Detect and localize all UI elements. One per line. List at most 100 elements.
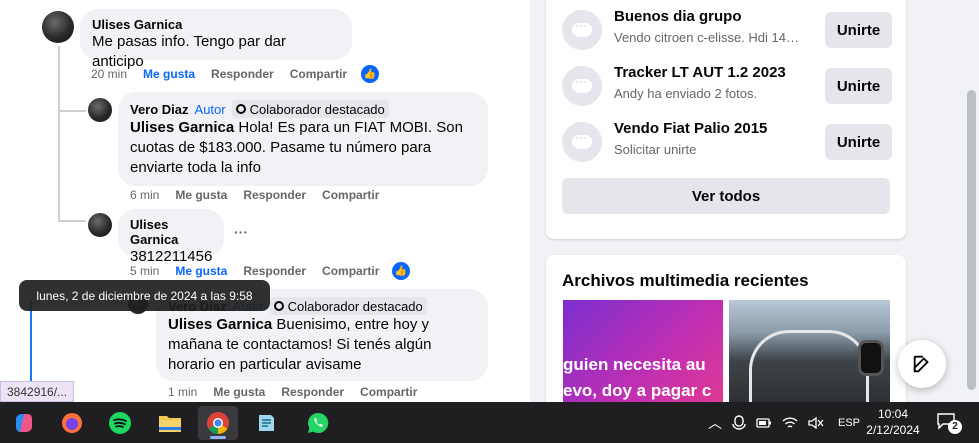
media-thumbnail[interactable]: guien necesita au evo, doy a pagar c: [563, 300, 723, 410]
share-button[interactable]: Compartir: [322, 264, 379, 278]
like-reaction-icon[interactable]: 👍: [392, 262, 410, 280]
copilot-icon: [16, 414, 32, 432]
like-button[interactable]: Me gusta: [213, 385, 265, 399]
whatsapp-icon: [308, 412, 329, 433]
like-button[interactable]: Me gusta: [175, 188, 227, 202]
like-button[interactable]: Me gusta: [175, 264, 227, 278]
group-subtitle: Solicitar unirte: [614, 142, 697, 157]
notification-count: 2: [948, 420, 962, 434]
thumbnail-text: evo, doy a pagar c: [563, 381, 712, 400]
reply-author[interactable]: Ulises Garnica: [130, 217, 212, 247]
chevron-up-icon[interactable]: ︿: [708, 413, 722, 433]
page-scrollbar[interactable]: [963, 0, 979, 402]
timestamp-tooltip: lunes, 2 de diciembre de 2024 a las 9:58: [19, 280, 270, 311]
thread-line: [58, 46, 60, 221]
volume-muted-icon[interactable]: [808, 416, 824, 430]
reply-time[interactable]: 6 min: [130, 188, 159, 202]
wifi-icon[interactable]: [782, 416, 798, 430]
top-contributor-badge: Colaborador destacado: [231, 100, 389, 118]
group-item[interactable]: Vendo Fiat Palio 2015 Solicitar unirte U…: [562, 120, 892, 164]
chrome-app[interactable]: [198, 406, 238, 440]
comment-text: Me pasas info. Tengo par dar anticipo: [92, 33, 287, 70]
reply-time[interactable]: 1 min: [168, 385, 197, 399]
share-button[interactable]: Compartir: [290, 67, 347, 81]
comment-bubble: Ulises Garnica Me pasas info. Tengo par …: [80, 9, 352, 70]
reply-bubble: Vero Diaz Autor Colaborador destacado Ul…: [118, 92, 488, 186]
badge-icon: [273, 301, 284, 311]
group-title[interactable]: Vendo Fiat Palio 2015: [614, 120, 767, 137]
reply-author[interactable]: Vero Diaz: [130, 102, 189, 117]
media-thumbnail[interactable]: [729, 300, 890, 410]
mention-link[interactable]: Ulises Garnica: [168, 316, 272, 333]
clock-date: 2/12/2024: [866, 423, 920, 437]
group-icon: [562, 10, 602, 50]
reply-button[interactable]: Responder: [243, 188, 306, 202]
share-button[interactable]: Compartir: [360, 385, 417, 399]
reply-text: Ulises Garnica Hola! Es para un FIAT MOB…: [130, 119, 463, 176]
recent-media-title: Archivos multimedia recientes: [562, 271, 809, 290]
join-button[interactable]: Unirte: [825, 12, 892, 48]
folder-icon: [159, 416, 181, 432]
firefox-app[interactable]: [52, 406, 92, 440]
taskbar-clock[interactable]: 10:04 2/12/2024: [858, 406, 928, 438]
suggested-groups-card: Buenos dia grupo Vendo citroen c-elisse.…: [546, 0, 906, 239]
compose-icon: [913, 355, 929, 373]
group-title[interactable]: Buenos dia grupo: [614, 8, 742, 25]
reply-bubble: Ulises Garnica 3812211456: [118, 209, 224, 265]
spotify-icon: [109, 412, 131, 434]
file-explorer-app[interactable]: [150, 406, 190, 440]
group-title[interactable]: Tracker LT AUT 1.2 2023: [614, 64, 786, 81]
reply-time[interactable]: 5 min: [130, 264, 159, 278]
copilot-app[interactable]: [4, 406, 44, 440]
recent-media-card: Archivos multimedia recientes guien nece…: [546, 255, 906, 415]
language-indicator[interactable]: ESP: [838, 417, 860, 429]
mention-link[interactable]: Ulises Garnica: [130, 119, 234, 136]
like-reaction-icon[interactable]: 👍: [361, 65, 379, 83]
comment-time[interactable]: 20 min: [91, 67, 127, 81]
reply-button[interactable]: Responder: [243, 264, 306, 278]
thread-line: [58, 110, 86, 112]
notes-app[interactable]: [246, 406, 286, 440]
group-icon: [562, 66, 602, 106]
reply-button[interactable]: Responder: [281, 385, 344, 399]
battery-icon[interactable]: [756, 417, 772, 429]
avatar-ulises[interactable]: [42, 11, 74, 43]
whatsapp-app[interactable]: [298, 406, 338, 440]
more-options-icon[interactable]: ···: [234, 224, 248, 240]
group-item[interactable]: Tracker LT AUT 1.2 2023 Andy ha enviado …: [562, 64, 892, 108]
badge-icon: [235, 104, 246, 114]
reply-actions: 1 min Me gusta Responder Compartir: [168, 385, 417, 399]
avatar-vero[interactable]: [88, 98, 112, 122]
system-tray: ︿ ESP: [708, 402, 860, 443]
comment-actions: 20 min Me gusta Responder Compartir: [91, 67, 347, 81]
notification-center[interactable]: 2: [936, 412, 962, 434]
join-button[interactable]: Unirte: [825, 68, 892, 104]
like-button[interactable]: Me gusta: [143, 67, 195, 81]
status-bar-url: 3842916/...: [0, 381, 75, 402]
comment-author[interactable]: Ulises Garnica: [92, 17, 340, 32]
comments-feed: Ulises Garnica Me pasas info. Tengo par …: [0, 0, 530, 402]
new-message-button[interactable]: [898, 340, 946, 388]
thumbnail-text: guien necesita au: [563, 355, 706, 374]
group-subtitle: Vendo citroen c-elisse. Hdi 143...: [614, 30, 804, 45]
avatar-ulises[interactable]: [88, 213, 112, 237]
firefox-icon: [62, 413, 82, 433]
scrollbar-thumb[interactable]: [967, 90, 976, 390]
clock-time: 10:04: [877, 407, 909, 421]
group-item[interactable]: Buenos dia grupo Vendo citroen c-elisse.…: [562, 8, 892, 52]
notepad-icon: [259, 415, 274, 431]
share-button[interactable]: Compartir: [322, 188, 379, 202]
reply-button[interactable]: Responder: [211, 67, 274, 81]
group-icon: [562, 122, 602, 162]
see-all-button[interactable]: Ver todos: [562, 178, 890, 214]
spotify-app[interactable]: [100, 406, 140, 440]
thread-line: [58, 220, 86, 222]
chrome-icon: [207, 412, 229, 434]
reply-text: Ulises Garnica Buenisimo, entre hoy y ma…: [168, 316, 432, 373]
reply-actions: 6 min Me gusta Responder Compartir: [130, 188, 379, 202]
author-tag: Autor: [194, 101, 226, 117]
reply-actions: 5 min Me gusta Responder Compartir: [130, 264, 379, 278]
join-button[interactable]: Unirte: [825, 124, 892, 160]
windows-taskbar: ︿ ESP 10:04 2/12/2024 2: [0, 402, 979, 443]
meet-now-icon[interactable]: [732, 414, 746, 431]
